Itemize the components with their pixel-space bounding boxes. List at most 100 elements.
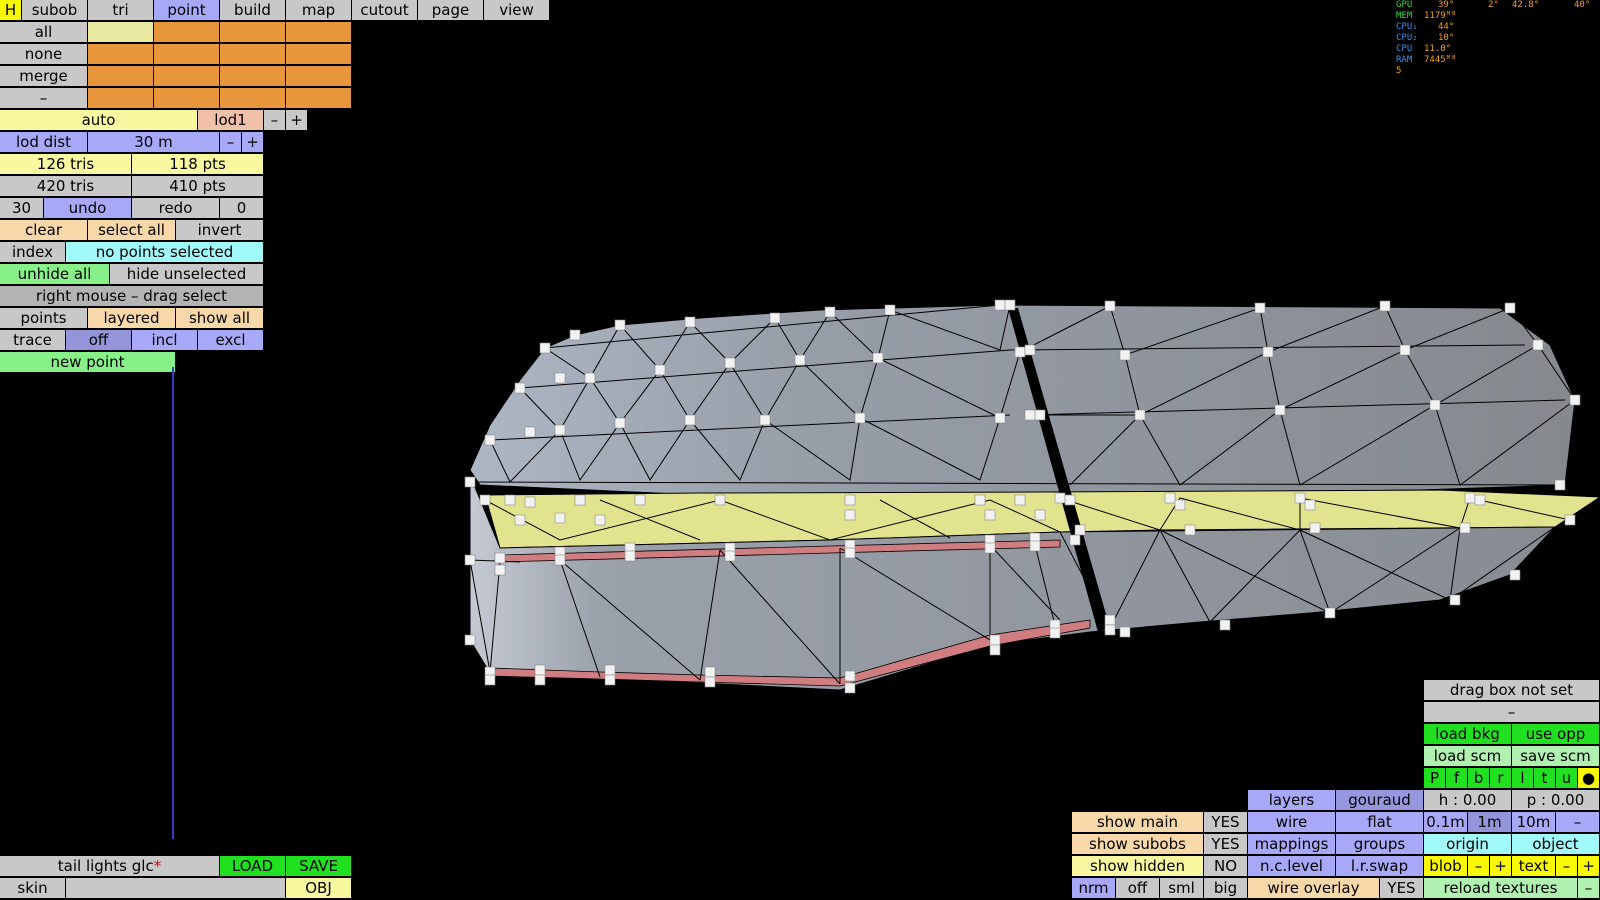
- vertex-handle[interactable]: [1034, 509, 1046, 521]
- size-sml-button[interactable]: sml: [1160, 878, 1204, 899]
- size-off-button[interactable]: off: [1116, 878, 1160, 899]
- selection-cell[interactable]: [286, 44, 352, 65]
- show-subobs-button[interactable]: show subobs: [1072, 834, 1204, 855]
- tab-point[interactable]: point: [154, 0, 220, 21]
- selection-cell[interactable]: [88, 44, 154, 65]
- vertex-handle[interactable]: [1164, 492, 1176, 504]
- vertex-handle[interactable]: [604, 674, 616, 686]
- tab-tri[interactable]: tri: [88, 0, 154, 21]
- vertex-handle[interactable]: [1174, 499, 1186, 511]
- vertex-handle[interactable]: [539, 342, 551, 354]
- vertex-handle[interactable]: [1014, 494, 1026, 506]
- vertex-handle[interactable]: [844, 547, 856, 559]
- selection-cell[interactable]: [286, 88, 352, 109]
- vertex-handle[interactable]: [844, 670, 856, 682]
- vertex-handle[interactable]: [464, 634, 476, 646]
- vertex-handle[interactable]: [1309, 522, 1321, 534]
- vertex-handle[interactable]: [989, 634, 1001, 646]
- save-button[interactable]: SAVE: [286, 856, 352, 877]
- vertex-handle[interactable]: [479, 494, 491, 506]
- invert-button[interactable]: invert: [176, 220, 264, 241]
- vertex-handle[interactable]: [569, 329, 581, 341]
- vertex-handle[interactable]: [1564, 514, 1576, 526]
- vertex-handle[interactable]: [1459, 522, 1471, 534]
- vertex-handle[interactable]: [494, 564, 506, 576]
- selection-cell[interactable]: [154, 66, 220, 87]
- vertex-handle[interactable]: [484, 674, 496, 686]
- vertex-handle[interactable]: [1449, 594, 1461, 606]
- show-main-value[interactable]: YES: [1204, 812, 1248, 833]
- save-scm-button[interactable]: save scm: [1512, 746, 1600, 767]
- select-none-row[interactable]: none: [0, 44, 88, 65]
- vertex-handle[interactable]: [524, 426, 536, 438]
- vertex-handle[interactable]: [464, 554, 476, 566]
- groups-button[interactable]: groups: [1336, 834, 1424, 855]
- nc-level-button[interactable]: n.c.level: [1248, 856, 1336, 877]
- origin-button[interactable]: origin: [1424, 834, 1512, 855]
- show-all-button[interactable]: show all: [176, 308, 264, 329]
- selection-cell[interactable]: [88, 66, 154, 87]
- tab-map[interactable]: map: [286, 0, 352, 21]
- load-scm-button[interactable]: load scm: [1424, 746, 1512, 767]
- vertex-handle[interactable]: [1504, 302, 1516, 314]
- vertex-handle[interactable]: [1254, 302, 1266, 314]
- text-plus-button[interactable]: +: [1578, 856, 1600, 877]
- selection-cell[interactable]: [154, 44, 220, 65]
- view-b-button[interactable]: b: [1468, 768, 1490, 789]
- vertex-handle[interactable]: [704, 666, 716, 678]
- vertex-handle[interactable]: [974, 494, 986, 506]
- selection-cell[interactable]: [286, 22, 352, 43]
- lod-dist-value[interactable]: 30 m: [88, 132, 220, 153]
- view-P-button[interactable]: P: [1424, 768, 1446, 789]
- vertex-handle[interactable]: [704, 676, 716, 688]
- vertex-handle[interactable]: [884, 304, 896, 316]
- selection-cell[interactable]: [286, 66, 352, 87]
- lod-level-button[interactable]: lod1: [198, 110, 264, 131]
- vertex-handle[interactable]: [844, 494, 856, 506]
- blob-plus-button[interactable]: +: [1490, 856, 1512, 877]
- view-u-button[interactable]: u: [1556, 768, 1578, 789]
- mappings-button[interactable]: mappings: [1248, 834, 1336, 855]
- vertex-handle[interactable]: [1304, 499, 1316, 511]
- blob-button[interactable]: blob: [1424, 856, 1468, 877]
- vertex-handle[interactable]: [1119, 349, 1131, 361]
- vertex-handle[interactable]: [554, 372, 566, 384]
- selection-cell[interactable]: [88, 88, 154, 109]
- step-dash-button[interactable]: –: [1556, 812, 1600, 833]
- new-point-button[interactable]: new point: [0, 352, 176, 373]
- vertex-handle[interactable]: [1464, 492, 1476, 504]
- vertex-handle[interactable]: [1029, 540, 1041, 552]
- vertex-handle[interactable]: [844, 509, 856, 521]
- vertex-handle[interactable]: [759, 414, 771, 426]
- load-button[interactable]: LOAD: [220, 856, 286, 877]
- home-button[interactable]: H: [0, 0, 22, 21]
- lr-swap-button[interactable]: l.r.swap: [1336, 856, 1424, 877]
- view-t-button[interactable]: t: [1534, 768, 1556, 789]
- selection-cell[interactable]: [220, 44, 286, 65]
- vertex-handle[interactable]: [604, 664, 616, 676]
- vertex-handle[interactable]: [1399, 344, 1411, 356]
- flat-button[interactable]: flat: [1336, 812, 1424, 833]
- size-nrm-button[interactable]: nrm: [1072, 878, 1116, 899]
- vertex-handle[interactable]: [1104, 614, 1116, 626]
- vertex-handle[interactable]: [1184, 524, 1196, 536]
- view-dot-button[interactable]: ●: [1578, 768, 1600, 789]
- vertex-handle[interactable]: [1014, 346, 1026, 358]
- step-0.1m-button[interactable]: 0.1m: [1424, 812, 1468, 833]
- reload-textures-button[interactable]: reload textures: [1424, 878, 1578, 899]
- redo-button[interactable]: redo: [132, 198, 220, 219]
- vertex-handle[interactable]: [1219, 619, 1231, 631]
- vertex-handle[interactable]: [714, 494, 726, 506]
- vertex-handle[interactable]: [484, 434, 496, 446]
- vertex-handle[interactable]: [684, 414, 696, 426]
- vertex-handle[interactable]: [1324, 607, 1336, 619]
- drag-box-clear[interactable]: –: [1424, 702, 1600, 723]
- index-button[interactable]: index: [0, 242, 66, 263]
- vertex-handle[interactable]: [1104, 300, 1116, 312]
- vertex-handle[interactable]: [1262, 346, 1274, 358]
- selection-cell[interactable]: [220, 88, 286, 109]
- undo-button[interactable]: undo: [44, 198, 132, 219]
- object-button[interactable]: object: [1512, 834, 1600, 855]
- vertex-handle[interactable]: [1104, 624, 1116, 636]
- vertex-handle[interactable]: [844, 682, 856, 694]
